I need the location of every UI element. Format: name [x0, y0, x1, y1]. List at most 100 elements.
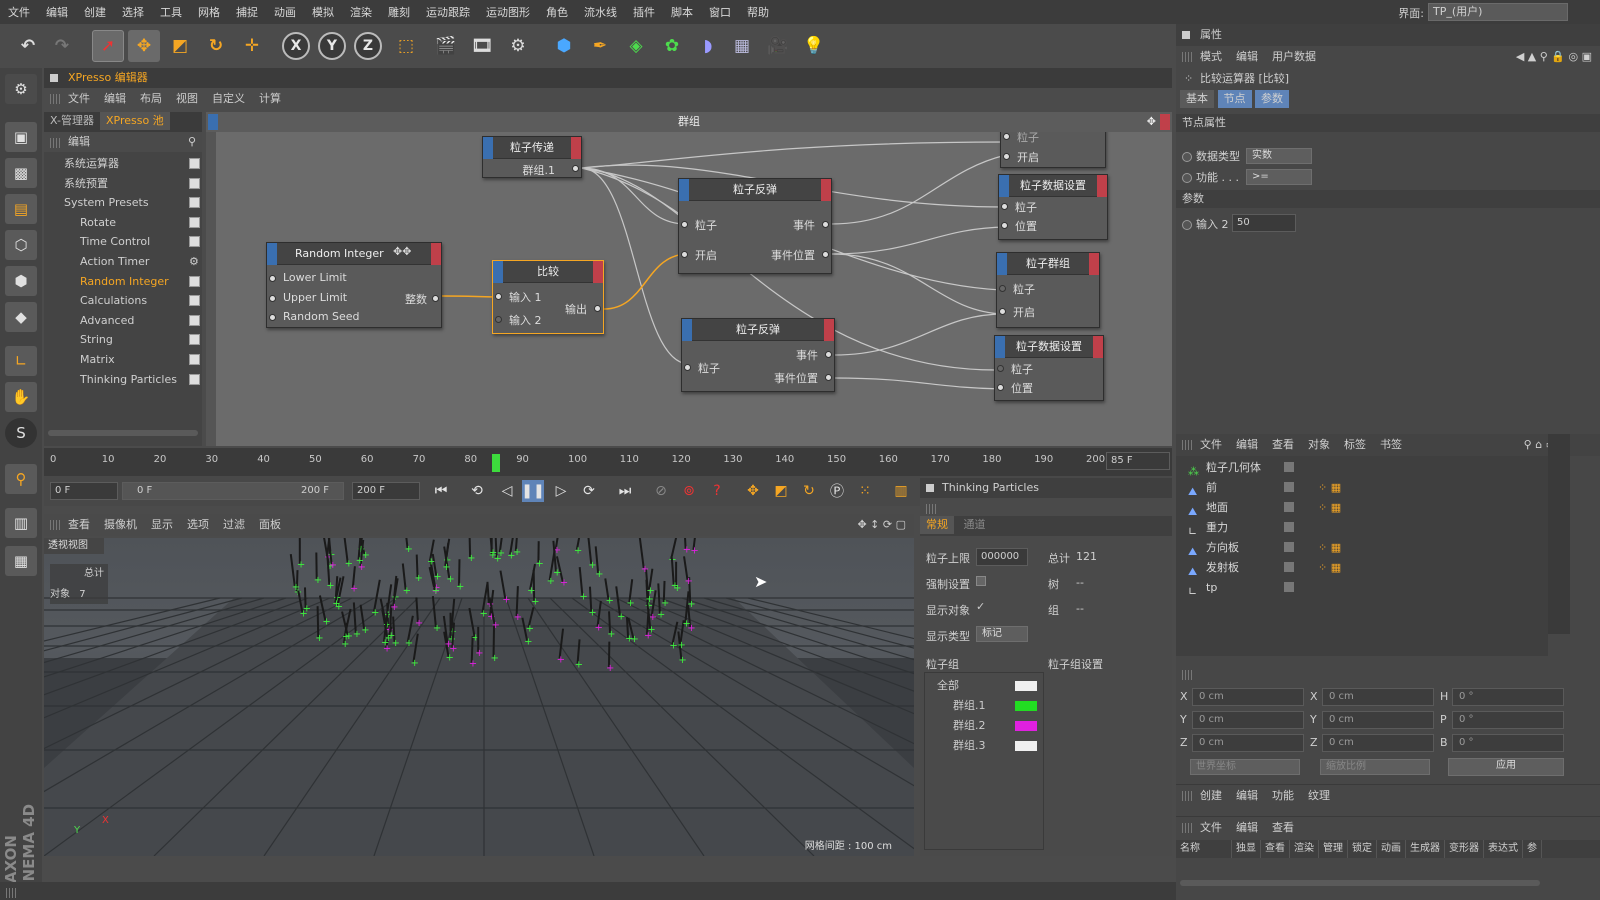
soft-select-icon[interactable]: ⚲ — [5, 464, 37, 494]
menu-item[interactable]: 运动图形 — [478, 4, 538, 20]
workplane-lock-icon[interactable]: ▥ — [5, 508, 37, 538]
autokey-off-icon[interactable]: ⊘ — [650, 480, 672, 502]
coord-y-size[interactable]: 0 cm — [1322, 711, 1434, 729]
coord-p-rotation[interactable]: 0 ° — [1452, 711, 1564, 729]
previous-key-icon[interactable]: ⟲ — [466, 480, 488, 502]
layout-select[interactable]: TP_(用户) — [1428, 3, 1568, 21]
force-checkbox[interactable] — [976, 576, 986, 586]
node-compare[interactable]: 比较 输入 1 输入 2 输出 — [492, 260, 604, 334]
checkbox-icon[interactable] — [189, 314, 200, 326]
light-icon[interactable]: 💡 — [798, 30, 830, 62]
tab-x-manager[interactable]: X-管理器 — [44, 112, 100, 130]
tag-icons[interactable]: ⁘ ▦ — [1318, 558, 1341, 577]
menu-item[interactable]: 文件 — [0, 4, 38, 20]
layers-menu-item[interactable]: 查看 — [1272, 821, 1294, 834]
menu-item[interactable]: 雕刻 — [380, 4, 418, 20]
rotate-tool-icon[interactable]: ↻ — [200, 30, 232, 62]
snap-icon[interactable]: S — [5, 418, 37, 448]
coord-y-position[interactable]: 0 cm — [1192, 711, 1304, 729]
layers-menu-item[interactable]: 编辑 — [1236, 821, 1258, 834]
input2-field[interactable]: 50 — [1232, 214, 1296, 232]
key-move-icon[interactable]: ✥ — [742, 480, 764, 502]
edges-mode-icon[interactable]: ⬢ — [5, 266, 37, 296]
deformer-icon[interactable]: ◗ — [692, 30, 724, 62]
checkbox-icon[interactable] — [189, 216, 200, 228]
port-dot[interactable] — [269, 295, 276, 302]
pool-edit-label[interactable]: 编辑 — [68, 135, 90, 148]
menu-item[interactable]: 创建 — [76, 4, 114, 20]
xpresso-menu-item[interactable]: 计算 — [259, 92, 281, 105]
port-dot[interactable] — [822, 221, 829, 228]
edit-toggle-icon[interactable] — [1284, 502, 1294, 512]
coord-x-size[interactable]: 0 cm — [1322, 688, 1434, 706]
next-frame-icon[interactable]: ▷ — [550, 480, 572, 502]
pause-icon[interactable]: ❚❚ — [521, 480, 545, 502]
checkbox-icon[interactable] — [189, 197, 200, 209]
next-key-icon[interactable]: ⟳ — [578, 480, 600, 502]
layer-column-header[interactable]: 名称 — [1176, 840, 1232, 858]
node-particle-group[interactable]: 粒子群组 粒子 开启 — [996, 252, 1100, 328]
playhead[interactable] — [492, 454, 501, 472]
menu-item[interactable]: 脚本 — [663, 4, 701, 20]
key-scale-icon[interactable]: ◩ — [770, 480, 792, 502]
port-dot[interactable] — [269, 275, 276, 282]
layer-column-header[interactable]: 生成器 — [1406, 840, 1445, 858]
tree-item[interactable]: Action Timer ⚙ — [44, 252, 202, 272]
tree-item[interactable]: 系统运算器 — [44, 154, 202, 174]
layer-column-header[interactable]: 动画 — [1377, 840, 1406, 858]
points-mode-icon[interactable]: ⬡ — [5, 230, 37, 260]
layer-column-header[interactable]: 锁定 — [1348, 840, 1377, 858]
checkbox-icon[interactable] — [189, 236, 200, 248]
perspective-viewport[interactable]: + + + + + + + + + + + + + + + + + + + + + + + + + + + + + + + + + + + + + + + +… — [44, 538, 914, 856]
edit-toggle-icon[interactable] — [1284, 542, 1294, 552]
port-dot[interactable] — [1003, 133, 1010, 140]
timeline-window-icon[interactable]: ▥ — [890, 480, 912, 502]
menu-item[interactable]: 流水线 — [576, 4, 625, 20]
tab-node[interactable]: 节点 — [1217, 90, 1252, 108]
tree-item[interactable]: 系统预置 — [44, 174, 202, 194]
coordinate-system-icon[interactable]: ⬚ — [390, 30, 422, 62]
objects-menu-item[interactable]: 编辑 — [1236, 438, 1258, 451]
floor-icon[interactable]: ▦ — [726, 30, 758, 62]
current-frame-field[interactable]: 85 F — [1106, 452, 1170, 470]
redo-icon[interactable]: ↷ — [46, 30, 78, 62]
attributes-menu-item[interactable]: 用户数据 — [1272, 50, 1316, 63]
menu-item[interactable]: 插件 — [625, 4, 663, 20]
move-handle-icon[interactable]: ✥✥ — [393, 245, 411, 258]
z-axis-button[interactable]: Z — [354, 32, 382, 60]
checkbox-icon[interactable] — [189, 275, 200, 287]
object-row[interactable]: ⛰ 发射板 ⁘ ▦ — [1188, 558, 1548, 578]
object-row[interactable]: ∟ 重力 — [1188, 518, 1548, 538]
object-row[interactable]: ∟ tp — [1188, 578, 1548, 598]
object-row[interactable]: ⁂ 粒子几何体 — [1188, 458, 1548, 478]
function-select[interactable]: >= — [1246, 169, 1312, 185]
checkbox-icon[interactable] — [189, 334, 200, 346]
checkbox-icon[interactable] — [189, 177, 200, 189]
particle-group-row[interactable]: 全部 — [937, 677, 1037, 695]
coord-b-rotation[interactable]: 0 ° — [1452, 734, 1564, 752]
y-axis-button[interactable]: Y — [318, 32, 346, 60]
layer-column-header[interactable]: 渲染 — [1290, 840, 1319, 858]
undo-icon[interactable]: ↶ — [12, 30, 44, 62]
search-icon[interactable]: ⚲ — [188, 132, 196, 152]
key-rotate-icon[interactable]: ↻ — [798, 480, 820, 502]
select-tool-icon[interactable]: ➚ — [92, 30, 124, 62]
material-menu-item[interactable]: 功能 — [1272, 789, 1294, 802]
tag-icons[interactable]: ⁘ ▦ — [1318, 498, 1341, 517]
particle-group-row[interactable]: 群组.2 — [953, 717, 1037, 735]
panel-close-icon[interactable] — [926, 484, 934, 492]
checkbox-icon[interactable] — [189, 354, 200, 365]
menu-item[interactable]: 编辑 — [38, 4, 76, 20]
material-menu-item[interactable]: 创建 — [1200, 789, 1222, 802]
object-mode-icon[interactable]: ⚙ — [5, 74, 37, 104]
particle-group-row[interactable]: 群组.1 — [953, 697, 1037, 715]
checkbox-icon[interactable] — [189, 295, 200, 307]
port-dot[interactable] — [999, 308, 1006, 315]
layer-column-header[interactable]: 独显 — [1232, 840, 1261, 858]
node-random-integer[interactable]: Random Integer ✥✥ Lower Limit Upper Limi… — [266, 242, 442, 328]
camera-icon[interactable]: 🎥 — [762, 30, 794, 62]
pen-icon[interactable]: ✒ — [584, 30, 616, 62]
particle-group-row[interactable]: 群组.3 — [953, 737, 1037, 755]
panel-close-icon[interactable] — [1182, 31, 1190, 39]
frame-range-slider[interactable]: 0 F 200 F — [122, 482, 344, 500]
